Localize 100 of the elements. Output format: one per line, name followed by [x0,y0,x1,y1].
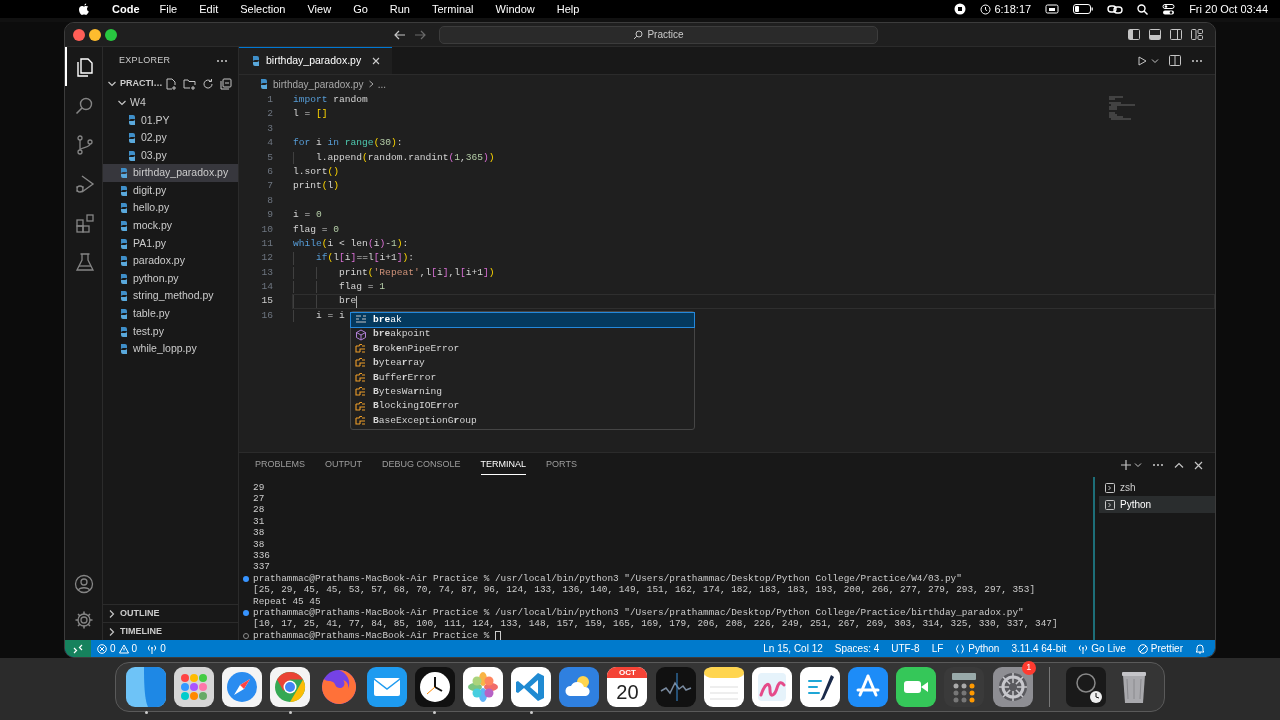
panel-tab[interactable]: PROBLEMS [255,454,305,476]
status-item[interactable]: Spaces: 4 [834,641,880,656]
menu-item[interactable]: Window [495,0,535,18]
panel-tab[interactable]: DEBUG CONSOLE [382,454,461,476]
terminal-item[interactable]: zsh [1099,479,1215,496]
suggestion-item[interactable]: BytesWarning [351,384,694,400]
bell-icon[interactable] [1195,643,1205,654]
tree-entry[interactable]: paradox.py [103,252,238,270]
status-item[interactable]: Go Live [1078,641,1126,656]
more-icon[interactable] [1191,58,1203,63]
menu-item[interactable]: Edit [199,0,219,18]
link-icon[interactable] [1107,3,1124,15]
screen-icon[interactable] [1045,3,1060,15]
app-store-icon[interactable] [848,667,889,707]
terminal-item[interactable]: Python [1099,496,1215,513]
settings-icon[interactable] [73,610,94,630]
section-header[interactable]: OUTLINE [103,604,238,622]
tree-entry[interactable]: table.py [103,305,238,323]
grid-layout-icon[interactable] [1191,29,1203,40]
calendar-icon[interactable]: OCT 20 [607,667,648,707]
new-file-icon[interactable] [165,78,177,90]
forward-arrow-icon[interactable] [414,29,426,40]
close-icon[interactable] [1194,460,1203,470]
panel-tab[interactable]: TERMINAL [480,454,527,476]
run-icon[interactable] [1137,55,1147,66]
suggestion-item[interactable]: break [351,313,694,328]
extensions-icon[interactable] [73,211,96,234]
tree-entry[interactable]: W4 [103,94,238,112]
menu-item[interactable]: Terminal [432,0,474,18]
collapse-all-icon[interactable] [220,78,232,90]
status-item[interactable]: Python [955,641,1000,656]
tree-entry[interactable]: digit.py [103,181,238,200]
more-icon[interactable] [216,59,228,63]
account-icon[interactable] [73,574,94,594]
plus-icon[interactable] [1121,460,1131,470]
command-center-field[interactable]: Practice [439,25,878,44]
split-layout-icon[interactable] [1170,29,1182,40]
run-debug-icon[interactable] [73,172,96,195]
menu-item[interactable]: Go [353,0,368,18]
chrome-icon[interactable] [270,667,311,707]
tree-entry[interactable]: PA1.py [103,234,238,253]
notes-icon[interactable] [703,667,744,707]
suggestion-item[interactable]: BrokenPipeError [351,341,694,357]
tree-entry[interactable]: 03.py [103,146,238,165]
new-folder-icon[interactable] [183,78,196,90]
apple-icon[interactable] [78,2,90,16]
status-item[interactable]: 3.11.4 64-bit [1011,641,1067,656]
panel-layout-icon[interactable] [1149,29,1161,40]
editor-tab[interactable]: birthday_paradox.py [239,47,393,74]
cloud-icon[interactable] [559,667,600,707]
remote-icon[interactable] [73,643,83,654]
menu-clock[interactable]: Fri 20 Oct 03:44 [1189,0,1268,18]
problems-button[interactable]: 0 0 [97,641,138,656]
tree-entry[interactable]: string_method.py [103,287,238,306]
tree-entry[interactable]: while_lopp.py [103,340,238,358]
compass-icon[interactable] [222,667,263,707]
zoom-window-button[interactable] [105,28,117,41]
maximize-panel-icon[interactable] [1174,461,1184,469]
search-icon[interactable] [1137,3,1149,15]
panel-tab[interactable]: OUTPUT [325,454,362,476]
suggestion-item[interactable]: BufferError [351,370,694,385]
suggestion-item[interactable]: bytearray [351,356,694,371]
pen-icon[interactable] [800,667,841,707]
menu-item[interactable]: Run [389,0,410,18]
suggestion-item[interactable]: BlockingIOError [351,399,694,414]
status-item[interactable]: LF [931,641,944,656]
breadcrumb-item[interactable]: ... [377,76,386,92]
tree-entry[interactable]: test.py [103,322,238,341]
split-editor-icon[interactable] [1169,55,1181,66]
clock-icon[interactable] [414,667,455,707]
chevron-down-icon[interactable] [107,79,117,89]
video-camera-icon[interactable] [896,667,937,707]
tree-entry[interactable]: hello.py [103,199,238,218]
tree-entry[interactable]: python.py [103,269,238,288]
clock-widget-icon[interactable] [1065,667,1106,707]
panel-tab[interactable]: PORTS [546,454,577,476]
refresh-icon[interactable] [202,78,214,90]
tree-entry[interactable]: 01.PY [103,111,238,130]
menu-item[interactable]: File [159,0,178,18]
flower-icon[interactable] [463,667,504,707]
chevron-down-icon[interactable] [1134,461,1142,469]
more-icon[interactable] [1152,463,1164,467]
grid-icon[interactable] [174,667,215,707]
tree-entry[interactable]: birthday_paradox.py [103,164,238,182]
app-menu[interactable]: Code [112,0,140,18]
status-item[interactable]: Ln 15, Col 12 [763,641,823,656]
tree-entry[interactable]: 02.py [103,129,238,147]
suggestion-item[interactable]: BaseExceptionGroup [351,413,694,429]
close-icon[interactable] [372,57,381,65]
folder-header[interactable]: PRACTI… [120,77,163,91]
record-icon[interactable] [954,3,967,15]
close-window-button[interactable] [73,28,85,41]
toggles-icon[interactable] [1162,3,1176,15]
chevron-down-icon[interactable] [1151,56,1159,65]
ports-button[interactable]: 0 [147,641,166,656]
minimize-window-button[interactable] [89,28,101,41]
suggestion-item[interactable]: breakpoint [351,327,694,342]
squiggle-icon[interactable] [751,667,792,707]
status-item[interactable]: Prettier [1137,641,1183,656]
menu-item[interactable]: View [307,0,332,18]
